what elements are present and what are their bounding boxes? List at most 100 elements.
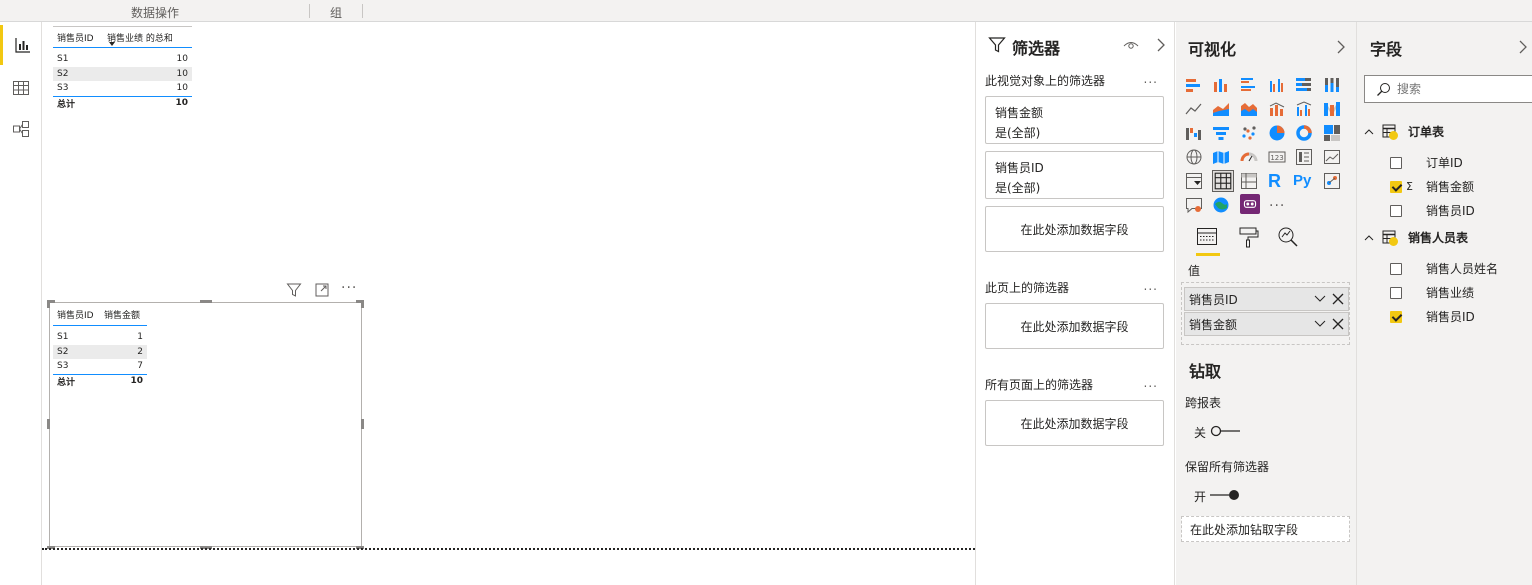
visual-filters-heading: 此视觉对象上的筛选器	[985, 74, 1106, 88]
add-drillthrough-field[interactable]: 在此处添加钻取字段	[1181, 516, 1350, 542]
funnel-chart-icon[interactable]	[1212, 124, 1230, 142]
qa-visual-icon[interactable]	[1185, 196, 1203, 214]
search-input[interactable]	[1397, 80, 1527, 98]
well-item-salesperson-id[interactable]: 销售员ID	[1184, 287, 1349, 311]
pie-chart-icon[interactable]	[1268, 124, 1286, 142]
field-checkbox[interactable]	[1390, 310, 1402, 323]
keep-all-filters-toggle[interactable]	[1209, 488, 1241, 502]
kpi-icon[interactable]	[1323, 148, 1341, 166]
r-visual-icon[interactable]: R	[1268, 170, 1286, 191]
filter-card-sales-amount[interactable]: 销售金额 是(全部)	[985, 96, 1164, 144]
clustered-bar-chart-icon[interactable]	[1240, 76, 1258, 94]
100-stacked-bar-chart-icon[interactable]	[1295, 76, 1313, 94]
cross-report-toggle[interactable]	[1209, 424, 1241, 438]
filter-card-salesperson-id[interactable]: 销售员ID 是(全部)	[985, 151, 1164, 199]
resize-handle[interactable]	[200, 300, 212, 303]
100-stacked-column-chart-icon[interactable]	[1323, 76, 1341, 94]
column-header-performance-sum[interactable]: 销售业绩 的总和	[105, 31, 192, 44]
filter-icon[interactable]	[286, 282, 302, 298]
column-header-salesperson-id[interactable]: 销售员ID	[53, 31, 105, 44]
field-order-id[interactable]: 订单ID	[1390, 154, 1463, 171]
search-icon	[1377, 83, 1390, 96]
report-canvas[interactable]: 销售员ID 销售业绩 的总和 S1 10 S2 10 S3 10 总计 10 ·…	[42, 22, 975, 585]
slicer-icon[interactable]	[1185, 172, 1203, 190]
resize-handle[interactable]	[47, 300, 50, 308]
column-header-salesperson-id[interactable]: 销售员ID	[53, 308, 101, 321]
field-salesperson-name[interactable]: 销售人员姓名	[1390, 260, 1498, 277]
close-icon[interactable]	[1331, 292, 1345, 306]
field-performance[interactable]: 销售业绩	[1390, 284, 1474, 301]
chevron-down-icon[interactable]	[1314, 317, 1326, 329]
filled-map-icon[interactable]	[1212, 148, 1230, 166]
chevron-right-icon[interactable]	[1336, 40, 1346, 54]
more-options-icon[interactable]: ...	[1144, 72, 1158, 86]
field-checkbox[interactable]	[1390, 286, 1402, 299]
close-icon[interactable]	[1331, 317, 1345, 331]
report-view-button[interactable]	[0, 25, 42, 65]
more-options-icon[interactable]: ...	[1144, 279, 1158, 293]
stacked-column-chart-icon[interactable]	[1212, 76, 1230, 94]
clustered-column-chart-icon[interactable]	[1268, 76, 1286, 94]
more-visuals-icon[interactable]: ...	[1269, 194, 1287, 212]
analytics-magnifier-icon[interactable]	[1277, 226, 1299, 248]
stacked-area-chart-icon[interactable]	[1240, 100, 1258, 118]
more-options-icon[interactable]: ...	[1144, 376, 1158, 390]
eye-icon[interactable]	[1123, 39, 1139, 51]
chevron-right-icon[interactable]	[1518, 40, 1528, 54]
card-icon[interactable]: 123	[1268, 148, 1286, 166]
column-header-sales-amount[interactable]: 销售金额	[101, 308, 147, 321]
area-chart-icon[interactable]	[1212, 100, 1230, 118]
paint-roller-icon[interactable]	[1238, 226, 1260, 248]
fields-well-tab[interactable]	[1196, 226, 1220, 256]
chevron-right-icon[interactable]	[1156, 38, 1166, 52]
model-view-button[interactable]	[0, 109, 42, 149]
field-checkbox[interactable]	[1390, 180, 1402, 193]
donut-chart-icon[interactable]	[1295, 124, 1313, 142]
line-chart-icon[interactable]	[1185, 100, 1203, 118]
filter-field-name: 销售员ID	[995, 161, 1044, 175]
resize-handle[interactable]	[361, 419, 364, 429]
table-visual-sales-amount[interactable]: 销售员ID 销售金额 S1 1 S2 2 S3 7 总计 10	[53, 303, 147, 388]
map-icon[interactable]	[1185, 148, 1203, 166]
add-visual-filter-field[interactable]: 在此处添加数据字段	[985, 206, 1164, 252]
data-view-button[interactable]	[0, 68, 42, 108]
table-node-salespeople[interactable]: 销售人员表	[1364, 229, 1468, 246]
fields-search-box[interactable]	[1364, 75, 1532, 103]
power-apps-icon[interactable]	[1240, 194, 1260, 214]
scatter-chart-icon[interactable]	[1240, 124, 1258, 142]
add-all-pages-filter-field[interactable]: 在此处添加数据字段	[985, 400, 1164, 446]
field-checkbox[interactable]	[1390, 156, 1402, 169]
ribbon-chart-icon[interactable]	[1323, 100, 1341, 118]
resize-handle[interactable]	[47, 419, 50, 429]
chevron-up-icon[interactable]	[1364, 233, 1374, 243]
field-salesperson-id[interactable]: 销售员ID	[1390, 202, 1475, 219]
ribbon-group-group: 组	[330, 6, 343, 20]
table-node-orders[interactable]: 订单表	[1364, 123, 1444, 140]
table-visual-icon-selected[interactable]	[1212, 170, 1234, 192]
waterfall-chart-icon[interactable]	[1185, 124, 1203, 142]
line-and-stacked-column-icon[interactable]	[1268, 100, 1286, 118]
resize-handle[interactable]	[361, 300, 364, 308]
field-checkbox[interactable]	[1390, 262, 1402, 275]
arcgis-map-icon[interactable]	[1212, 196, 1230, 214]
well-item-sales-amount[interactable]: 销售金额	[1184, 312, 1349, 336]
add-page-filter-field[interactable]: 在此处添加数据字段	[985, 303, 1164, 349]
gauge-icon[interactable]	[1240, 148, 1258, 166]
treemap-icon[interactable]	[1323, 124, 1341, 142]
all-pages-filters-heading: 所有页面上的筛选器	[985, 378, 1094, 392]
key-influencers-icon[interactable]	[1323, 172, 1341, 190]
selected-visual-frame[interactable]: 销售员ID 销售金额 S1 1 S2 2 S3 7 总计 10	[47, 300, 364, 549]
matrix-icon[interactable]	[1240, 172, 1258, 190]
stacked-bar-chart-icon[interactable]	[1185, 76, 1203, 94]
field-checkbox[interactable]	[1390, 204, 1402, 217]
focus-mode-icon[interactable]	[314, 282, 330, 298]
field-sales-amount[interactable]: Σ 销售金额	[1390, 178, 1474, 195]
chevron-down-icon[interactable]	[1314, 292, 1326, 304]
more-options-icon[interactable]: ···	[341, 280, 357, 296]
line-and-clustered-column-icon[interactable]	[1295, 100, 1313, 118]
python-visual-icon[interactable]: Py	[1293, 171, 1317, 189]
field-salesperson-id-2[interactable]: 销售员ID	[1390, 308, 1475, 325]
multi-row-card-icon[interactable]	[1295, 148, 1313, 166]
table-visual-performance[interactable]: 销售员ID 销售业绩 的总和 S1 10 S2 10 S3 10 总计 10	[53, 26, 192, 110]
chevron-up-icon[interactable]	[1364, 127, 1374, 137]
